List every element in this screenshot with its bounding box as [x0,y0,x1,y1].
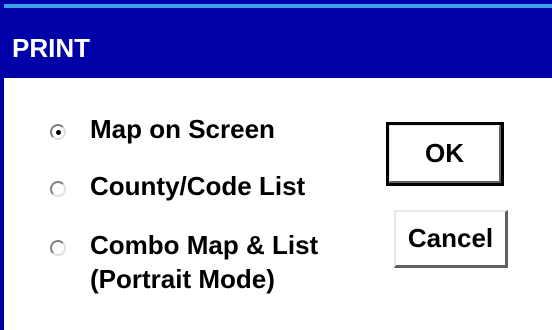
radio-button[interactable] [50,124,66,140]
option-label: Combo Map & List [90,230,319,260]
cancel-button[interactable]: Cancel [394,210,508,268]
dialog-title: PRINT [12,33,90,63]
radio-selected-dot [56,130,61,135]
title-bar[interactable]: PRINT [4,4,552,78]
radio-button[interactable] [50,181,66,197]
option-county-code-list[interactable]: County/Code List [50,171,350,211]
option-sublabel: (Portrait Mode) [90,264,275,294]
option-combo-map-list[interactable]: Combo Map & List (Portrait Mode) [50,230,350,302]
radio-button[interactable] [50,240,66,256]
option-label: County/Code List [90,171,306,201]
option-map-on-screen[interactable]: Map on Screen [50,114,350,154]
print-dialog: PRINT Map on Screen County/Code List Com… [0,0,552,330]
option-label: Map on Screen [90,114,275,144]
ok-button[interactable]: OK [386,122,504,186]
